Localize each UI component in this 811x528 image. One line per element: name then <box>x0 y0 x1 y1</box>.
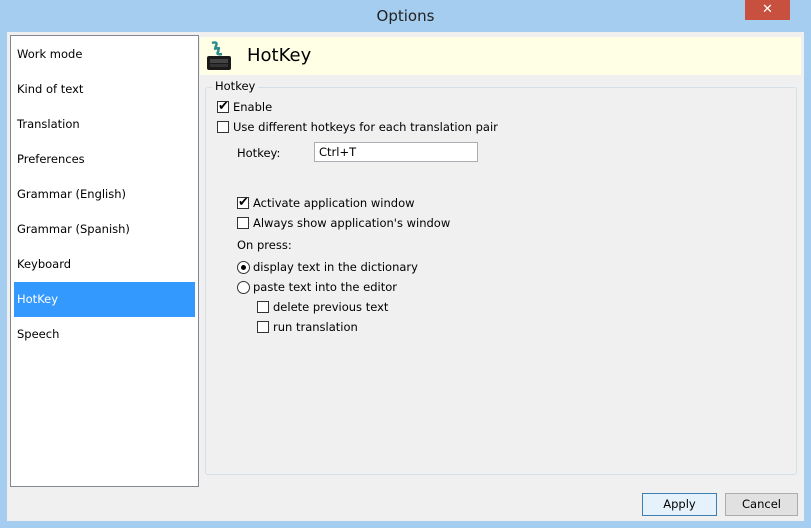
paste-text-label: paste text into the editor <box>253 280 397 294</box>
sidebar-item-grammar-spanish[interactable]: Grammar (Spanish) <box>14 212 195 247</box>
sidebar-item-hotkey[interactable]: HotKey <box>14 282 195 317</box>
always-show-checkbox[interactable] <box>237 217 249 229</box>
display-text-radio[interactable] <box>237 261 250 274</box>
hotkey-keyboard-icon <box>207 41 231 70</box>
delete-previous-label: delete previous text <box>273 300 389 314</box>
on-press-label: On press: <box>237 238 292 252</box>
dialog-body: Work mode Kind of text Translation Prefe… <box>7 32 804 521</box>
activate-window-checkbox[interactable]: ✔ <box>237 195 249 210</box>
run-translation-checkbox[interactable] <box>257 321 269 333</box>
hotkey-field[interactable]: Ctrl+T <box>314 142 478 162</box>
apply-button[interactable]: Apply <box>642 493 717 516</box>
cancel-button[interactable]: Cancel <box>725 493 798 516</box>
different-hotkeys-checkbox[interactable] <box>217 121 229 133</box>
page-header: HotKey <box>200 37 801 75</box>
title-bar: Options ✕ <box>0 0 811 32</box>
sidebar-item-speech[interactable]: Speech <box>14 317 195 352</box>
sidebar-item-preferences[interactable]: Preferences <box>14 142 195 177</box>
hotkey-field-label: Hotkey: <box>237 146 281 160</box>
window-title: Options <box>376 7 435 25</box>
run-translation-label: run translation <box>273 320 358 334</box>
page-title: HotKey <box>247 45 312 66</box>
enable-checkbox[interactable]: ✔ <box>217 99 229 114</box>
delete-previous-checkbox[interactable] <box>257 301 269 313</box>
sidebar-item-grammar-english[interactable]: Grammar (English) <box>14 177 195 212</box>
paste-text-radio[interactable] <box>237 281 250 294</box>
display-text-label: display text in the dictionary <box>253 260 418 274</box>
enable-label: Enable <box>233 100 273 114</box>
options-category-list: Work mode Kind of text Translation Prefe… <box>10 35 199 487</box>
different-hotkeys-label: Use different hotkeys for each translati… <box>233 120 498 134</box>
close-icon: ✕ <box>762 2 773 17</box>
group-label: Hotkey <box>212 79 259 93</box>
activate-window-label: Activate application window <box>253 196 415 210</box>
sidebar-item-translation[interactable]: Translation <box>14 107 195 142</box>
always-show-label: Always show application's window <box>253 216 451 230</box>
sidebar-item-kind-of-text[interactable]: Kind of text <box>14 72 195 107</box>
close-button[interactable]: ✕ <box>745 0 790 20</box>
sidebar-item-work-mode[interactable]: Work mode <box>14 37 195 72</box>
sidebar-item-keyboard[interactable]: Keyboard <box>14 247 195 282</box>
